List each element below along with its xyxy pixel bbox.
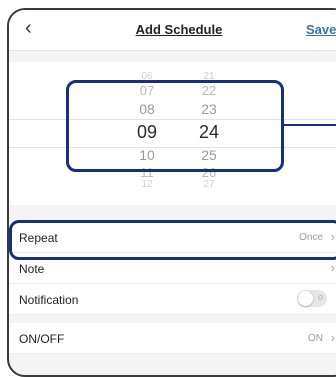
annotation-pointer-line <box>284 124 336 126</box>
page-title: Add Schedule <box>135 22 223 37</box>
hour-option[interactable]: 12 <box>127 180 167 190</box>
notification-toggle[interactable] <box>297 290 327 307</box>
toggle-knob <box>298 291 313 306</box>
onoff-label: ON/OFF <box>19 332 65 346</box>
toggle-off-indicator-icon <box>318 295 323 300</box>
notification-label: Notification <box>19 293 79 307</box>
onoff-value: ON <box>308 333 323 344</box>
phone-screen: ‹ Add Schedule Save 06 07 08 09 10 11 12… <box>7 8 336 377</box>
save-button[interactable]: Save <box>306 22 336 37</box>
header-bar: ‹ Add Schedule Save <box>9 10 336 51</box>
notification-row: Notification <box>9 284 336 315</box>
repeat-annotation-box <box>9 220 336 260</box>
minute-option[interactable]: 27 <box>189 180 229 190</box>
note-label: Note <box>19 262 45 276</box>
onoff-row[interactable]: ON/OFF ON › <box>9 323 336 354</box>
chevron-right-icon: › <box>330 260 335 275</box>
chevron-right-icon: › <box>330 330 335 345</box>
time-picker-annotation-box <box>66 80 284 172</box>
